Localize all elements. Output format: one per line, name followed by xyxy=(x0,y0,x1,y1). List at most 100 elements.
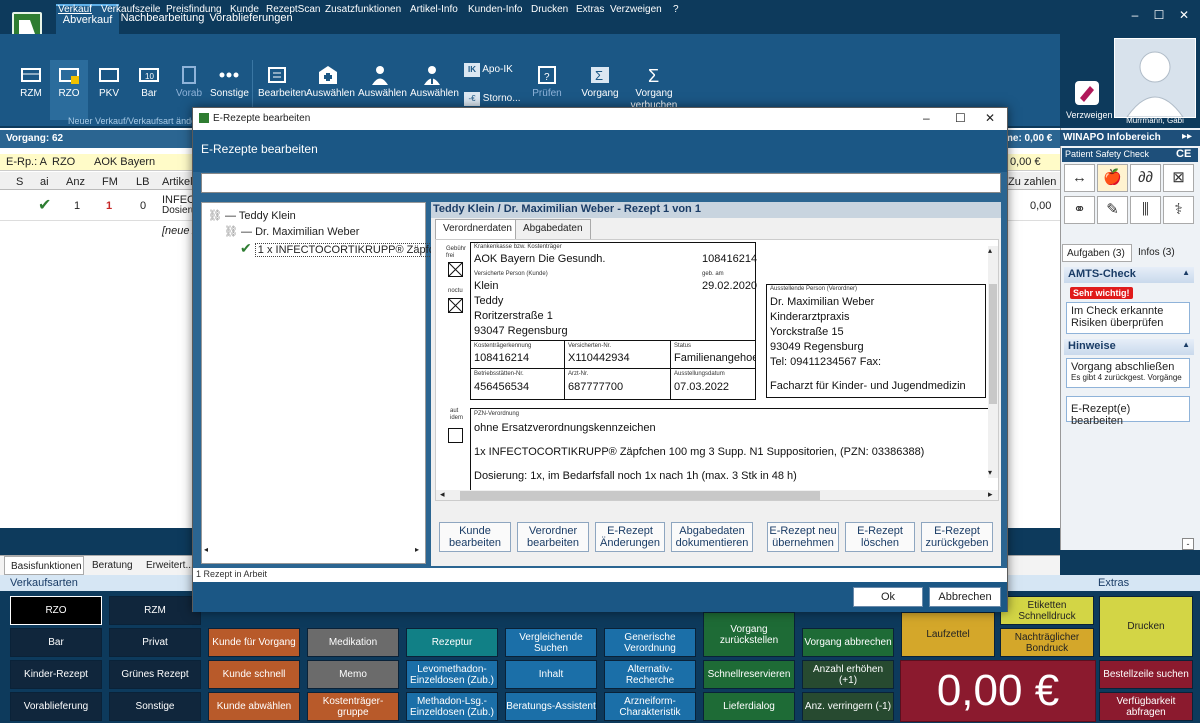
pad-levomethadon-button[interactable]: Levomethadon-Einzeldosen (Zub.) xyxy=(406,660,498,689)
amts-check-card[interactable]: Im Check erkannte Risiken überprüfen xyxy=(1066,302,1190,334)
pad-rezeptur-button[interactable]: Rezeptur xyxy=(406,628,498,657)
pad-kunde-abwaehlen-button[interactable]: Kunde abwählen xyxy=(208,692,300,721)
scroll-right-icon[interactable]: ▸ xyxy=(988,489,993,500)
scroll-up-icon[interactable]: ▴ xyxy=(988,246,992,255)
menu-rezeptscan[interactable]: RezeptScan xyxy=(266,4,320,15)
hscrollbar-thumb[interactable] xyxy=(460,491,820,500)
apo-ik-button[interactable]: IK Apo-IK xyxy=(464,63,524,81)
menu-extras[interactable]: Extras xyxy=(576,4,604,15)
dosage-icon[interactable]: ⫼ xyxy=(1130,196,1161,224)
abbrechen-button[interactable]: Abbrechen xyxy=(929,587,1001,607)
pad-kinder-rezept-button[interactable]: Kinder-Rezept xyxy=(10,660,102,689)
pad-beratungs-assistent-button[interactable]: Beratungs-Assistent xyxy=(505,692,597,721)
kunde-bearbeiten-button[interactable]: Kunde bearbeiten xyxy=(439,522,511,552)
pad-vorablieferung-button[interactable]: Vorablieferung xyxy=(10,692,102,721)
scroll-left-icon[interactable]: ◂ xyxy=(204,545,208,554)
collapse-icon[interactable]: ▲ xyxy=(1182,340,1190,349)
pad-etiketten-schnelldruck-button[interactable]: Etiketten Schnelldruck xyxy=(1000,596,1094,625)
abgabedaten-dokumentieren-button[interactable]: Abgabedaten dokumentieren xyxy=(671,522,753,552)
menu-help[interactable]: ? xyxy=(673,4,679,15)
tab-abgabedaten[interactable]: Abgabedaten xyxy=(515,219,591,239)
col-lb[interactable]: LB xyxy=(136,176,149,188)
pad-bar-button[interactable]: Bar xyxy=(10,628,102,657)
hinweise-header[interactable]: Hinweise ▲ xyxy=(1064,339,1194,355)
col-zu-zahlen[interactable]: Zu zahlen xyxy=(1008,176,1056,188)
ok-button[interactable]: Ok xyxy=(853,587,923,607)
pad-alternativ-recherche-button[interactable]: Alternativ-Recherche xyxy=(604,660,696,689)
pad-bestellzeile-suchen-button[interactable]: Bestellzeile suchen xyxy=(1099,660,1193,689)
pad-kunde-schnell-button[interactable]: Kunde schnell xyxy=(208,660,300,689)
pad-lieferdialog-button[interactable]: Lieferdialog xyxy=(703,692,795,721)
pad-sonstige-button[interactable]: Sonstige xyxy=(109,692,201,721)
col-anz[interactable]: Anz xyxy=(66,176,85,188)
pad-generische-verordnung-button[interactable]: Generische Verordnung xyxy=(604,628,696,657)
bar-button[interactable]: 10 Bar xyxy=(130,60,168,120)
pad-verfuegbarkeit-abfragen-button[interactable]: Verfügbarkeit abfragen xyxy=(1099,692,1193,721)
menu-verkaufszeile[interactable]: Verkaufszeile xyxy=(101,4,160,15)
pad-nachtraeglicher-bondruck-button[interactable]: Nachträglicher Bondruck xyxy=(1000,628,1094,657)
col-fm[interactable]: FM xyxy=(102,176,118,188)
interaction-icon[interactable]: ↔ xyxy=(1064,164,1095,192)
erezept-neu-uebernehmen-button[interactable]: E-Rezept neu übernehmen xyxy=(767,522,839,552)
pad-rzm-button[interactable]: RZM xyxy=(109,596,201,625)
pad-medikation-button[interactable]: Medikation xyxy=(307,628,399,657)
pad-drucken-button[interactable]: Drucken xyxy=(1099,596,1193,657)
expand-icon[interactable]: ▸▸ xyxy=(1182,131,1192,142)
dialog-minimize-icon[interactable]: – xyxy=(923,111,930,125)
autidem-checkbox[interactable] xyxy=(448,428,463,443)
pad-inhalt-button[interactable]: Inhalt xyxy=(505,660,597,689)
contraindication-icon[interactable]: ⊠ xyxy=(1163,164,1194,192)
medical-icon[interactable]: ⚕ xyxy=(1163,196,1194,224)
scroll-left-icon[interactable]: ◂ xyxy=(440,489,445,500)
pad-anzahl-verringern-button[interactable]: Anz. verringern (-1) xyxy=(802,692,894,721)
col-artikel[interactable]: Artikel xyxy=(162,176,193,188)
pad-arzneiform-button[interactable]: Arzneiform-Charakteristik xyxy=(604,692,696,721)
scroll-right-icon[interactable]: ▸ xyxy=(415,545,419,554)
col-ai[interactable]: ai xyxy=(40,176,49,188)
pkv-button[interactable]: PKV xyxy=(90,60,128,120)
gebuehr-checkbox[interactable] xyxy=(448,262,463,277)
scrollbar-thumb[interactable] xyxy=(989,284,997,404)
pad-vorgang-zurueckstellen-button[interactable]: Vorgang zurückstellen xyxy=(703,612,795,657)
amts-check-header[interactable]: AMTS-Check ▲ xyxy=(1064,267,1194,283)
tab-beratung[interactable]: Beratung xyxy=(92,560,133,571)
tab-verordnerdaten[interactable]: Verordnerdaten xyxy=(435,219,520,239)
maximize-icon[interactable]: ☐ xyxy=(1150,8,1168,22)
menu-kunde[interactable]: Kunde xyxy=(230,4,259,15)
pad-vorgang-abbrechen-button[interactable]: Vorgang abbrechen xyxy=(802,628,894,657)
erezept-bearbeiten-card[interactable]: E-Rezept(e) bearbeiten xyxy=(1066,396,1190,427)
dialog-search-input[interactable] xyxy=(201,173,1001,193)
user-avatar[interactable] xyxy=(1114,38,1196,118)
erezept-aenderungen-button[interactable]: E-Rezept Änderungen xyxy=(595,522,665,552)
tab-infos[interactable]: Infos (3) xyxy=(1134,244,1192,262)
pad-kunde-fuer-vorgang-button[interactable]: Kunde für Vorgang xyxy=(208,628,300,657)
pad-gruenes-rezept-button[interactable]: Grünes Rezept xyxy=(109,660,201,689)
close-icon[interactable]: ✕ xyxy=(1175,8,1193,22)
pad-vergleichende-suchen-button[interactable]: Vergleichende Suchen xyxy=(505,628,597,657)
verzweigen-button[interactable]: Verzweigen xyxy=(1066,78,1113,126)
menu-artikel-info[interactable]: Artikel-Info xyxy=(410,4,458,15)
pad-laufzettel-button[interactable]: Laufzettel xyxy=(901,612,995,657)
pad-methadon-button[interactable]: Methadon-Lsg.-Einzeldosen (Zub.) xyxy=(406,692,498,721)
double-dose-icon[interactable]: ∂∂ xyxy=(1130,164,1161,192)
tab-erweitert[interactable]: Erweitert... xyxy=(146,560,194,571)
menu-drucken[interactable]: Drucken xyxy=(531,4,568,15)
verordner-bearbeiten-button[interactable]: Verordner bearbeiten xyxy=(517,522,589,552)
vorgang-abschliessen-card[interactable]: Vorgang abschließen Es gibt 4 zurückgest.… xyxy=(1066,358,1190,388)
pad-memo-button[interactable]: Memo xyxy=(307,660,399,689)
gender-icon[interactable]: ⚭ xyxy=(1064,196,1095,224)
tab-aufgaben[interactable]: Aufgaben (3) xyxy=(1062,244,1132,262)
scroll-down-icon[interactable]: ▾ xyxy=(988,468,992,477)
syringe-icon[interactable]: ✎ xyxy=(1097,196,1128,224)
tab-basisfunktionen[interactable]: Basisfunktionen xyxy=(4,556,84,575)
pad-schnellreservieren-button[interactable]: Schnellreservieren xyxy=(703,660,795,689)
collapse-icon[interactable]: ▲ xyxy=(1182,268,1190,277)
menu-kunden-info[interactable]: Kunden-Info xyxy=(468,4,523,15)
noctu-checkbox[interactable] xyxy=(448,298,463,313)
minus-icon[interactable]: - xyxy=(1182,538,1194,550)
tree-node-doctor[interactable]: ⛓ — Dr. Maximilian Weber xyxy=(224,225,359,238)
tree-node-prescription[interactable]: ✔ 1 x INFECTOCORTIKRUPP® Zäpfchen xyxy=(240,240,456,257)
tree-node-patient[interactable]: ⛓ — Teddy Klein xyxy=(208,209,296,222)
dialog-close-icon[interactable]: ✕ xyxy=(985,111,995,125)
pad-privat-button[interactable]: Privat xyxy=(109,628,201,657)
